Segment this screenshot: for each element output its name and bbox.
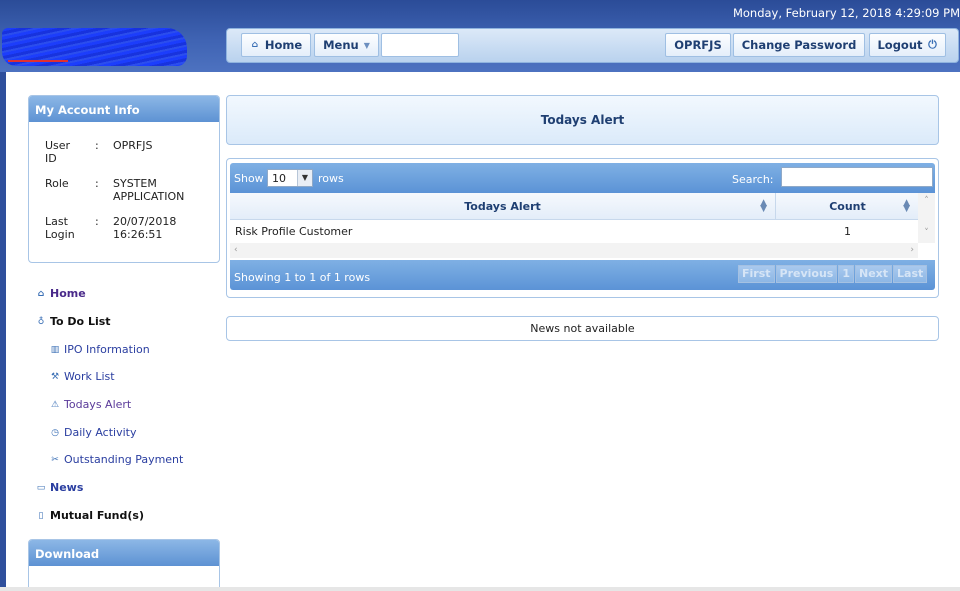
sidebar-item-news[interactable]: ▭ News [36,481,84,494]
menu-button[interactable]: Menu ▼ [314,33,379,57]
sidebar-item-label: Todays Alert [64,398,132,411]
redacted-logo-mark [8,54,68,62]
sidebar-item-label: Home [50,287,86,300]
power-icon: ⏻ [928,38,937,51]
sidebar-item-outstanding-payment[interactable]: ✂ Outstanding Payment [50,453,183,466]
news-panel: News not available [226,316,939,341]
columns-icon: ▥ [50,344,60,355]
first-page-button[interactable]: First [738,265,775,283]
scroll-left-icon: ‹ [234,245,238,255]
account-value: OPRFJS [113,139,153,152]
sidebar-item-work-list[interactable]: ⚒ Work List [50,370,115,383]
page-1-button[interactable]: 1 [838,265,854,283]
clock-icon: ◷ [51,427,59,438]
sidebar-item-daily-activity[interactable]: ◷ Daily Activity [50,426,136,439]
pagination: First Previous 1 Next Last [738,265,928,283]
warning-icon: ⚠ [50,399,60,410]
news-message: News not available [530,322,635,335]
page-bottom-border [0,587,960,591]
column-header-todays-alert[interactable]: Todays Alert ▲ ▼ [230,193,776,220]
column-header-label: Todays Alert [464,200,541,213]
sidebar-item-home[interactable]: ⌂ Home [36,287,86,300]
sidebar-item-label: Work List [64,370,115,383]
account-sep: : [95,177,99,190]
home-button-label: Home [264,38,303,52]
search-label: Search: [732,173,774,186]
logout-button-label: Logout [877,38,923,52]
sidebar-item-label: Outstanding Payment [64,453,184,466]
current-datetime: Monday, February 12, 2018 4:29:09 PM [732,6,960,20]
account-info-title: My Account Info [29,96,219,122]
table-cell: 1 [844,225,851,238]
account-info-panel: My Account Info User ID : OPRFJS Role : … [28,95,220,263]
scroll-down-icon: ˅ [924,228,929,238]
sort-icon: ▲ ▼ [903,198,910,214]
table-footer: Showing 1 to 1 of 1 rows First Previous … [230,260,935,290]
table-header: Todays Alert ▲ ▼ Count ▲ ▼ [230,193,918,220]
sort-icon: ▲ ▼ [760,198,767,214]
comment-icon: ▭ [36,482,46,493]
sidebar-item-label: To Do List [50,315,111,328]
wrench-icon: ⚒ [50,371,60,382]
home-button[interactable]: ⌂ Home [241,33,311,57]
sidebar-item-label: IPO Information [64,343,150,356]
table-cell: Risk Profile Customer [235,225,353,238]
table-toolbar: Show 10 ▼ rows Search: [230,163,935,193]
rows-label: rows [318,172,344,185]
previous-page-button[interactable]: Previous [775,265,838,283]
home-icon: ⌂ [37,288,45,299]
table-info: Showing 1 to 1 of 1 rows [234,271,371,284]
sidebar-item-label: Daily Activity [64,426,137,439]
user-button[interactable]: OPRFJS [665,33,731,57]
scroll-right-icon: › [910,245,914,255]
rows-per-page-value: 10 [272,172,286,185]
sidebar-item-ipo-information[interactable]: ▥ IPO Information [50,343,150,356]
account-value: 20/07/2018 16:26:51 [113,215,177,241]
alerts-table-panel: Show 10 ▼ rows Search: Todays Alert ▲ ▼ C… [226,158,939,298]
sidebar-item-todays-alert[interactable]: ⚠ Todays Alert [50,398,131,411]
lightbulb-icon: ♁ [37,316,45,327]
table-search-input[interactable] [781,167,933,187]
last-page-button[interactable]: Last [893,265,928,283]
sidebar-item-todo-list[interactable]: ♁ To Do List [36,315,111,328]
logout-button[interactable]: Logout ⏻ [869,33,946,57]
horizontal-scrollbar[interactable]: ‹ › [230,243,918,258]
top-nav: ⌂ Home Menu ▼ OPRFJS Change Password Log… [226,28,959,63]
download-title: Download [29,540,219,566]
account-sep: : [95,139,99,152]
account-sep: : [95,215,99,228]
sidebar-item-mutual-funds[interactable]: ▯ Mutual Fund(s) [36,509,144,522]
home-icon: ⌂ [251,40,259,50]
sidebar-item-label: Mutual Fund(s) [50,509,144,522]
account-key: Last Login [45,215,75,241]
scissors-icon: ✂ [51,454,59,465]
logo [2,24,192,70]
vertical-scrollbar[interactable]: ˄ ˅ [918,193,935,243]
change-password-button[interactable]: Change Password [733,33,865,57]
scroll-up-icon: ˄ [924,196,929,206]
account-value: SYSTEM APPLICATION [113,177,185,203]
clipboard-icon: ▯ [38,510,44,521]
download-panel: Download [28,539,220,591]
header-bar: Monday, February 12, 2018 4:29:09 PM ⌂ H… [0,0,960,72]
page-title: Todays Alert [540,113,625,127]
menu-button-label: Menu [323,38,359,52]
menu-search-input[interactable] [381,33,459,57]
account-key: User ID [45,139,71,165]
sidebar-item-label: News [50,481,84,494]
chevron-down-icon: ▼ [297,170,312,186]
account-key: Role [45,177,69,190]
page-left-border [0,0,6,591]
chevron-down-icon: ▼ [363,40,370,50]
rows-per-page-select[interactable]: 10 ▼ [267,169,313,187]
column-header-label: Count [829,200,866,213]
page-title-box: Todays Alert [226,95,939,145]
show-label: Show [234,172,264,185]
next-page-button[interactable]: Next [855,265,893,283]
table-row: Risk Profile Customer 1 [230,220,918,242]
column-header-count[interactable]: Count ▲ ▼ [777,193,918,220]
